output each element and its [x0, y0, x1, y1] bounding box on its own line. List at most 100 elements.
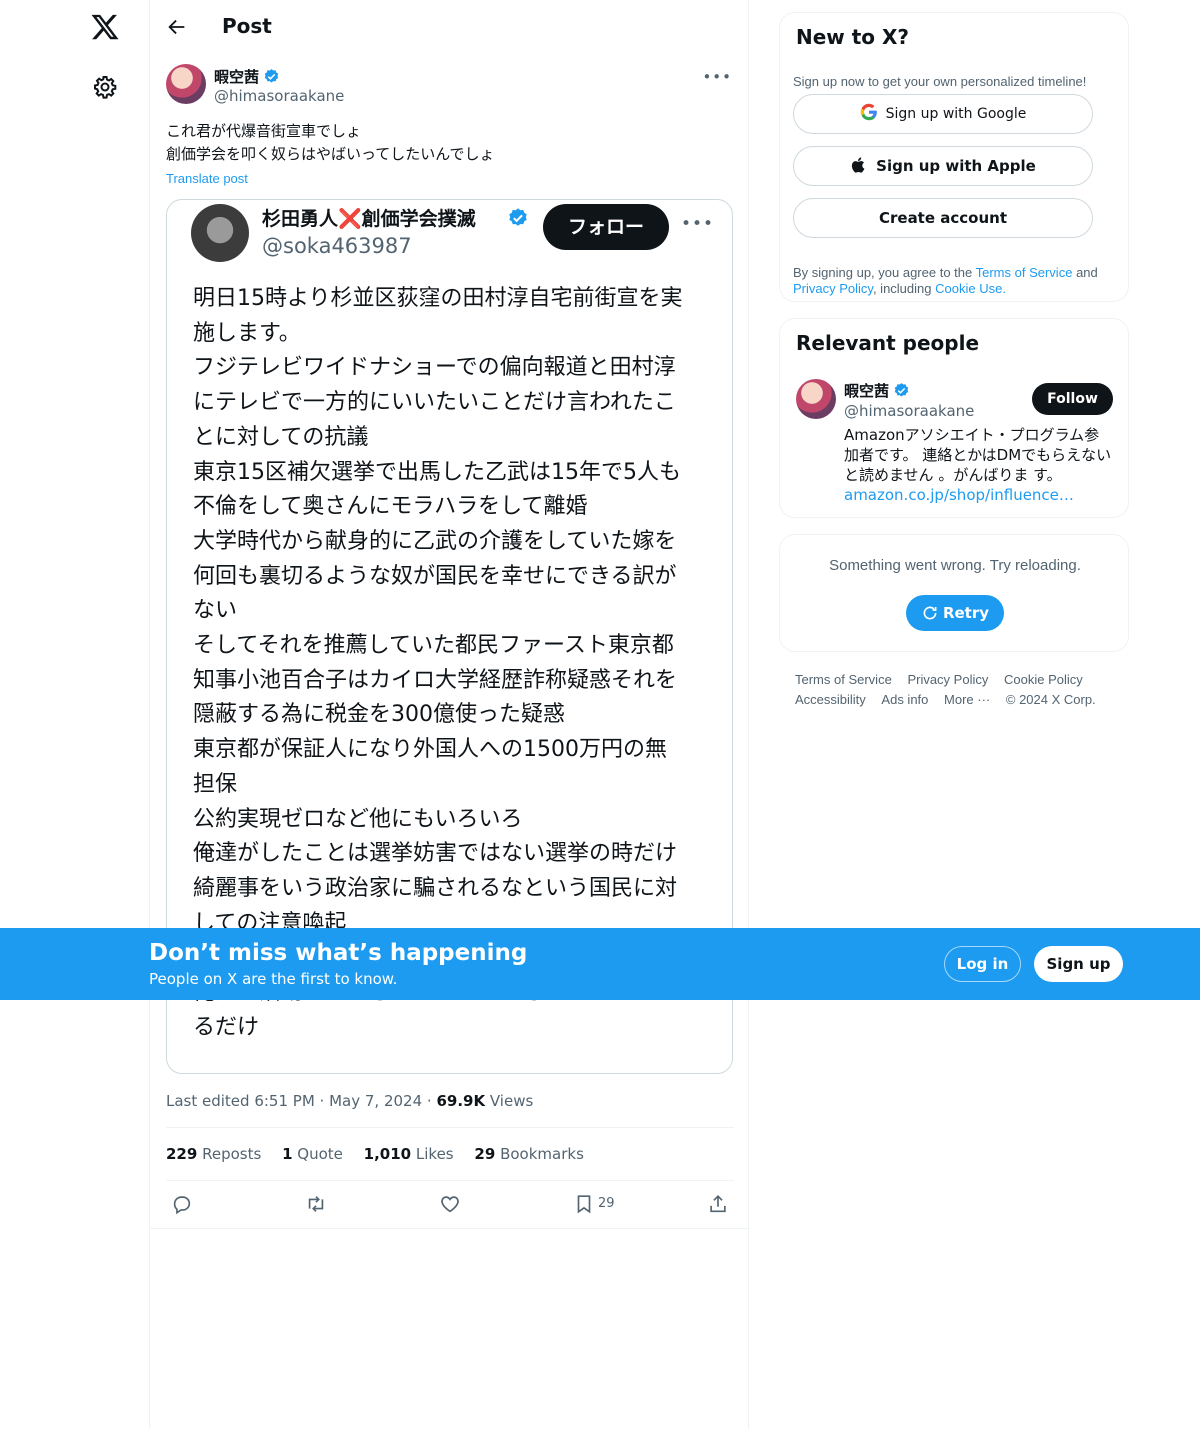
relevant-person-name[interactable]: 暇空茜: [844, 382, 889, 400]
google-signup-button[interactable]: Sign up with Google: [793, 94, 1093, 134]
translate-post-link[interactable]: Translate post: [166, 171, 248, 186]
signup-title: New to X?: [796, 25, 910, 49]
stat-label: Reposts: [202, 1145, 262, 1163]
privacy-policy-link[interactable]: Privacy Policy: [793, 281, 873, 296]
embedded-post-line: 公約実現ゼロなど他にもいろいろ: [193, 806, 523, 832]
embedded-post-line: 綺麗事をいう政治家に騙されるなという国民に対: [193, 875, 678, 901]
bio-link[interactable]: amazon.co.jp/shop/influence…: [844, 486, 1074, 504]
stat-label: Likes: [415, 1145, 454, 1163]
embedded-post-line: るだけ: [193, 1014, 260, 1040]
follow-button[interactable]: Follow: [1032, 383, 1113, 415]
back-arrow-icon[interactable]: [166, 16, 188, 38]
embedded-post-line: 明日15時より杉並区荻窪の田村淳自宅前街宣を実: [193, 286, 683, 311]
error-message: Something went wrong. Try reloading.: [829, 557, 1081, 574]
share-icon[interactable]: [707, 1193, 729, 1215]
relevant-person-handle[interactable]: @himasoraakane: [844, 402, 974, 420]
embedded-post-line: 不倫をして奥さんにモラハラをして離婚: [193, 494, 588, 520]
relevant-people-card: Relevant people 暇空茜 @himasoraakane Follo…: [779, 318, 1129, 518]
embedded-verified-badge-icon: [509, 208, 527, 226]
verified-badge-icon: [894, 383, 909, 397]
footer-more-link[interactable]: More ···: [944, 690, 990, 710]
left-rail: [0, 0, 150, 1429]
embedded-post-line: 何回も裏切るような奴が国民を幸せにできる訳が: [193, 563, 677, 589]
footer-privacy-link[interactable]: Privacy Policy: [907, 670, 988, 690]
embedded-post-line: 施します。: [193, 320, 301, 346]
post-text-line: これ君が代爆音街宣車でしょ: [166, 122, 362, 140]
footer-cookie-link[interactable]: Cookie Policy: [1004, 670, 1083, 690]
embedded-post-line: そしてそれを推薦していた都民ファースト東京都: [193, 633, 674, 659]
post-date[interactable]: May 7, 2024: [329, 1092, 422, 1110]
repost-icon[interactable]: [305, 1193, 327, 1215]
author-name-row[interactable]: 暇空茜: [214, 66, 280, 87]
bookmark-icon[interactable]: [573, 1193, 595, 1215]
embedded-more-icon: •••: [681, 214, 715, 234]
embedded-avatar: [191, 204, 249, 262]
signup-terms: By signing up, you agree to the Terms of…: [793, 265, 1118, 297]
google-signup-label: Sign up with Google: [885, 106, 1027, 122]
embedded-post-line: ない: [193, 598, 238, 624]
create-account-button[interactable]: Create account: [793, 198, 1093, 238]
more-options-icon[interactable]: •••: [702, 68, 732, 86]
stat-reposts[interactable]: 229 Reposts: [166, 1145, 261, 1163]
relevant-person-avatar[interactable]: [796, 379, 836, 419]
signup-card: New to X? Sign up now to get your own pe…: [779, 12, 1129, 302]
apple-signup-button[interactable]: Sign up with Apple: [793, 146, 1093, 186]
stat-count: 1,010: [363, 1145, 412, 1163]
bookmark-count: 29: [598, 1196, 615, 1211]
footer-terms-link[interactable]: Terms of Service: [795, 670, 892, 690]
signup-banner: Don’t miss what’s happening People on X …: [0, 928, 1200, 1000]
embedded-author-handle: @soka463987: [262, 234, 412, 258]
views-count: 69.9K: [436, 1092, 486, 1110]
post-actions: 29: [150, 1181, 750, 1229]
post-meta: Last edited 6:51 PM · May 7, 2024 · 69.9…: [166, 1092, 534, 1110]
embedded-post-line: 隠蔽する為に税金を300億使った疑惑: [193, 702, 565, 728]
bio-text: Amazonアソシエイト・プログラム参加者です。 連絡とかはDMでもらえないと読…: [844, 426, 1112, 484]
divider: [166, 1127, 734, 1128]
banner-subtitle: People on X are the first to know.: [149, 970, 398, 988]
reply-icon[interactable]: [171, 1193, 193, 1215]
x-logo-icon[interactable]: [90, 12, 120, 42]
stat-count: 1: [282, 1145, 293, 1163]
terms-text: , including: [872, 281, 932, 296]
stat-quotes[interactable]: 1 Quote: [282, 1145, 343, 1163]
relevant-person-name-row[interactable]: 暇空茜: [844, 380, 910, 401]
retry-button[interactable]: Retry: [906, 595, 1004, 631]
verified-badge-icon: [264, 69, 279, 83]
embedded-post-line: 東京15区補欠選挙で出馬した乙武は15年で5人も: [193, 459, 681, 485]
post-time[interactable]: Last edited 6:51 PM: [166, 1092, 315, 1110]
author-avatar[interactable]: [166, 64, 206, 104]
post-text-line: 創価学会を叩く奴らはやばいってしたいんでしょ: [166, 145, 495, 163]
banner-title: Don’t miss what’s happening: [149, 940, 528, 966]
login-button[interactable]: Log in: [944, 946, 1021, 982]
stat-likes[interactable]: 1,010 Likes: [364, 1145, 454, 1163]
footer-links: Terms of Service Privacy Policy Cookie P…: [795, 670, 1125, 710]
cookie-use-link[interactable]: Cookie Use.: [935, 281, 1006, 296]
footer-accessibility-link[interactable]: Accessibility: [795, 690, 866, 710]
author-handle[interactable]: @himasoraakane: [214, 87, 344, 105]
stat-label: Bookmarks: [500, 1145, 584, 1163]
page-title: Post: [222, 14, 272, 38]
settings-gear-icon[interactable]: [93, 75, 117, 99]
terms-of-service-link[interactable]: Terms of Service: [976, 265, 1073, 280]
refresh-icon: [923, 606, 937, 620]
stat-count: 29: [474, 1145, 496, 1163]
signup-button[interactable]: Sign up: [1034, 946, 1123, 982]
embedded-post-line: 俺達がしたことは選挙妨害ではない選挙の時だけ: [193, 841, 678, 867]
post-author: 暇空茜 @himasoraakane •••: [166, 64, 734, 108]
like-heart-icon[interactable]: [439, 1193, 461, 1215]
post-text: これ君が代爆音街宣車でしょ 創価学会を叩く奴らはやばいってしたいんでしょ: [166, 120, 734, 166]
embedded-post-line: 大学時代から献身的に乙武の介護をしていた嫁を: [193, 528, 677, 554]
embedded-author-name: 杉田勇人❌創価学会撲滅: [262, 208, 476, 230]
author-name[interactable]: 暇空茜: [214, 68, 259, 86]
apple-icon: [852, 157, 865, 173]
signup-subtitle: Sign up now to get your own personalized…: [793, 74, 1087, 89]
embedded-post-line: とに対しての抗議: [193, 424, 369, 450]
error-card: Something went wrong. Try reloading. Ret…: [779, 534, 1129, 652]
footer-ads-info-link[interactable]: Ads info: [881, 690, 928, 710]
embedded-post-line: にテレビで一方的にいいたいことだけ言われたこ: [193, 390, 676, 416]
stat-bookmarks[interactable]: 29 Bookmarks: [474, 1145, 583, 1163]
relevant-people-title: Relevant people: [796, 331, 980, 355]
top-bar: Post: [150, 0, 750, 54]
views-label: Views: [489, 1092, 534, 1110]
embedded-post-line: 担保: [193, 771, 238, 797]
